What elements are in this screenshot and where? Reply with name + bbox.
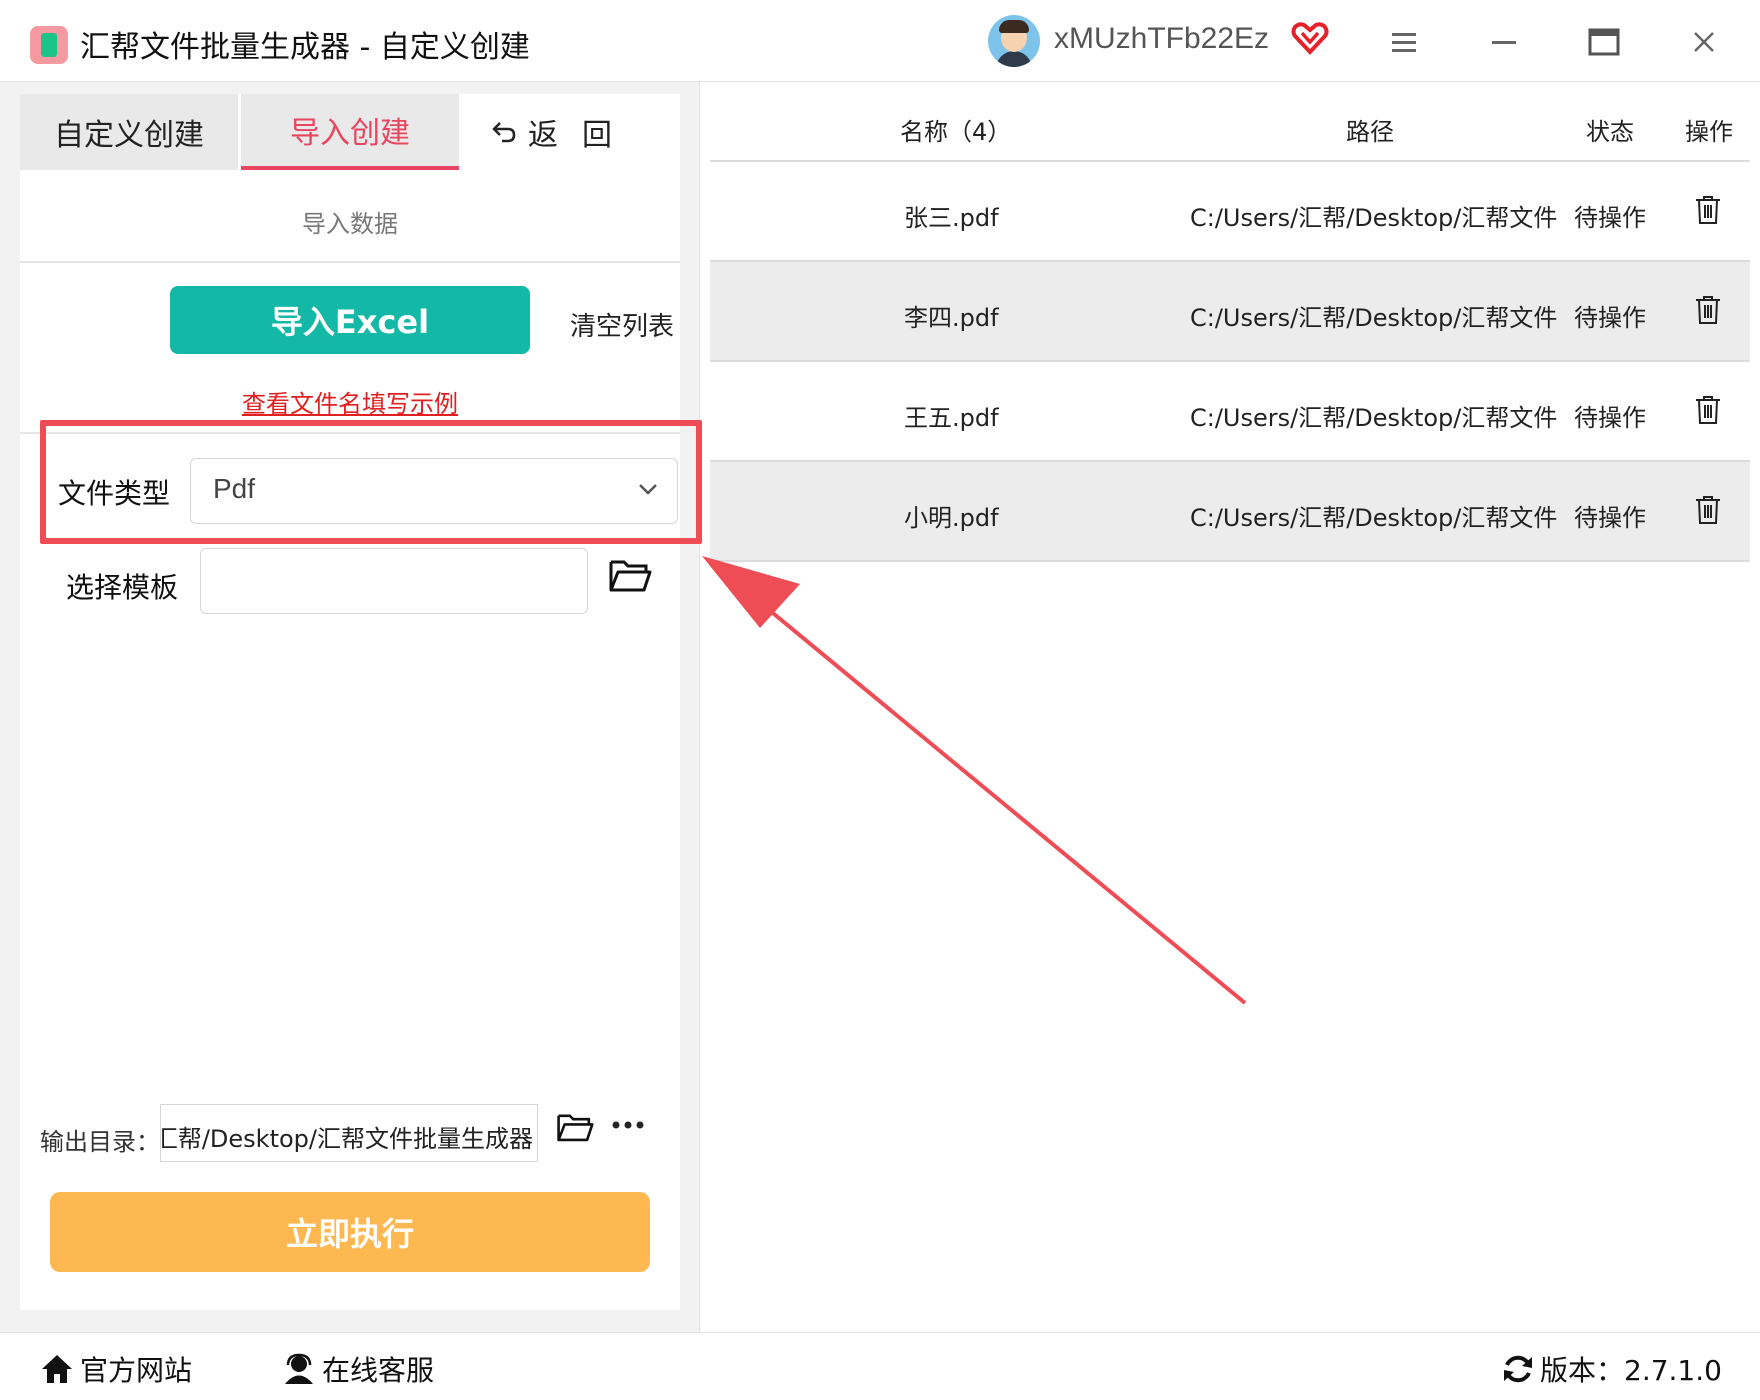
menu-icon[interactable] (1382, 20, 1426, 64)
back-label: 返回 (528, 118, 636, 153)
table-row[interactable]: 张三.pdf C:/Users/汇帮/Desktop/汇帮文件 待操作 (710, 162, 1750, 262)
official-website-label: 官方网站 (80, 1354, 193, 1387)
minimize-icon[interactable] (1482, 20, 1526, 64)
example-link[interactable]: 查看文件名填写示例 (20, 384, 680, 419)
import-card: 自定义创建 导入创建 返回 导入数据 导入Excel 清空列表 查看文件名填写示… (20, 94, 680, 1310)
back-button[interactable]: 返回 (490, 94, 636, 170)
row-status: 待操作 (1574, 204, 1646, 232)
column-header-name: 名称（4） (900, 118, 1012, 146)
title-bar: 汇帮文件批量生成器 - 自定义创建 xMUzhTFb22Ez (0, 0, 1760, 82)
tab-custom-create[interactable]: 自定义创建 (20, 94, 238, 170)
tab-import-create[interactable]: 导入创建 (241, 94, 459, 170)
section-title: 导入数据 (302, 210, 398, 238)
trash-icon[interactable] (1694, 294, 1722, 326)
official-website-link[interactable]: 官方网站 (40, 1349, 192, 1389)
clear-list-button[interactable]: 清空列表 (570, 306, 674, 343)
refresh-icon (1504, 1355, 1532, 1383)
support-icon (285, 1353, 313, 1384)
folder-icon[interactable] (608, 556, 652, 594)
maximize-icon[interactable] (1582, 20, 1626, 64)
row-name: 李四.pdf (904, 304, 999, 332)
table-row[interactable]: 王五.pdf C:/Users/汇帮/Desktop/汇帮文件 待操作 (710, 362, 1750, 462)
app-logo (30, 26, 68, 64)
close-icon[interactable] (1682, 20, 1726, 64)
more-icon[interactable] (610, 1110, 646, 1140)
table-row[interactable]: 小明.pdf C:/Users/汇帮/Desktop/汇帮文件 待操作 (710, 462, 1750, 562)
row-path: C:/Users/汇帮/Desktop/汇帮文件 (1190, 404, 1558, 432)
import-excel-button[interactable]: 导入Excel (170, 286, 530, 354)
output-dir-label: 输出目录： (40, 1128, 160, 1156)
online-support-label: 在线客服 (322, 1354, 435, 1387)
column-header-action: 操作 (1685, 118, 1733, 146)
window-title: 汇帮文件批量生成器 - 自定义创建 (80, 30, 530, 65)
folder-icon[interactable] (556, 1110, 594, 1144)
trash-icon[interactable] (1694, 494, 1722, 526)
row-path: C:/Users/汇帮/Desktop/汇帮文件 (1190, 304, 1558, 332)
output-dir-input[interactable]: C:/Users/汇帮/Desktop/汇帮文件批量生成器 (160, 1104, 538, 1162)
version-label: 版本：2.7.1.0 (1540, 1354, 1722, 1387)
back-arrow-icon (492, 122, 516, 143)
row-path: C:/Users/汇帮/Desktop/汇帮文件 (1190, 204, 1558, 232)
left-panel: 自定义创建 导入创建 返回 导入数据 导入Excel 清空列表 查看文件名填写示… (0, 82, 700, 1332)
row-status: 待操作 (1574, 404, 1646, 432)
online-support-link[interactable]: 在线客服 (282, 1349, 434, 1389)
template-label: 选择模板 (66, 571, 179, 604)
run-button[interactable]: 立即执行 (50, 1192, 650, 1272)
row-name: 张三.pdf (904, 204, 999, 232)
column-header-path: 路径 (1346, 118, 1394, 146)
template-input[interactable] (200, 548, 588, 614)
row-name: 小明.pdf (904, 504, 999, 532)
row-path: C:/Users/汇帮/Desktop/汇帮文件 (1190, 504, 1558, 532)
trash-icon[interactable] (1694, 394, 1722, 426)
version-info[interactable]: 版本：2.7.1.0 (1502, 1349, 1722, 1389)
footer-bar: 官方网站 在线客服 版本：2.7.1.0 (0, 1332, 1760, 1400)
column-header-status: 状态 (1586, 118, 1634, 146)
divider (20, 261, 680, 263)
home-icon (42, 1355, 72, 1383)
row-status: 待操作 (1574, 504, 1646, 532)
row-name: 王五.pdf (904, 404, 999, 432)
table-row[interactable]: 李四.pdf C:/Users/汇帮/Desktop/汇帮文件 待操作 (710, 262, 1750, 362)
output-dir-value: C:/Users/汇帮/Desktop/汇帮文件批量生成器 (161, 1125, 533, 1153)
file-table: 名称（4） 路径 状态 操作 张三.pdf C:/Users/汇帮/Deskto… (710, 82, 1760, 1332)
row-status: 待操作 (1574, 304, 1646, 332)
user-avatar[interactable] (988, 15, 1040, 67)
username[interactable]: xMUzhTFb22Ez (1054, 22, 1269, 56)
trash-icon[interactable] (1694, 194, 1722, 226)
vip-heart-icon[interactable] (1290, 18, 1330, 58)
annotation-highlight-box (40, 420, 702, 544)
